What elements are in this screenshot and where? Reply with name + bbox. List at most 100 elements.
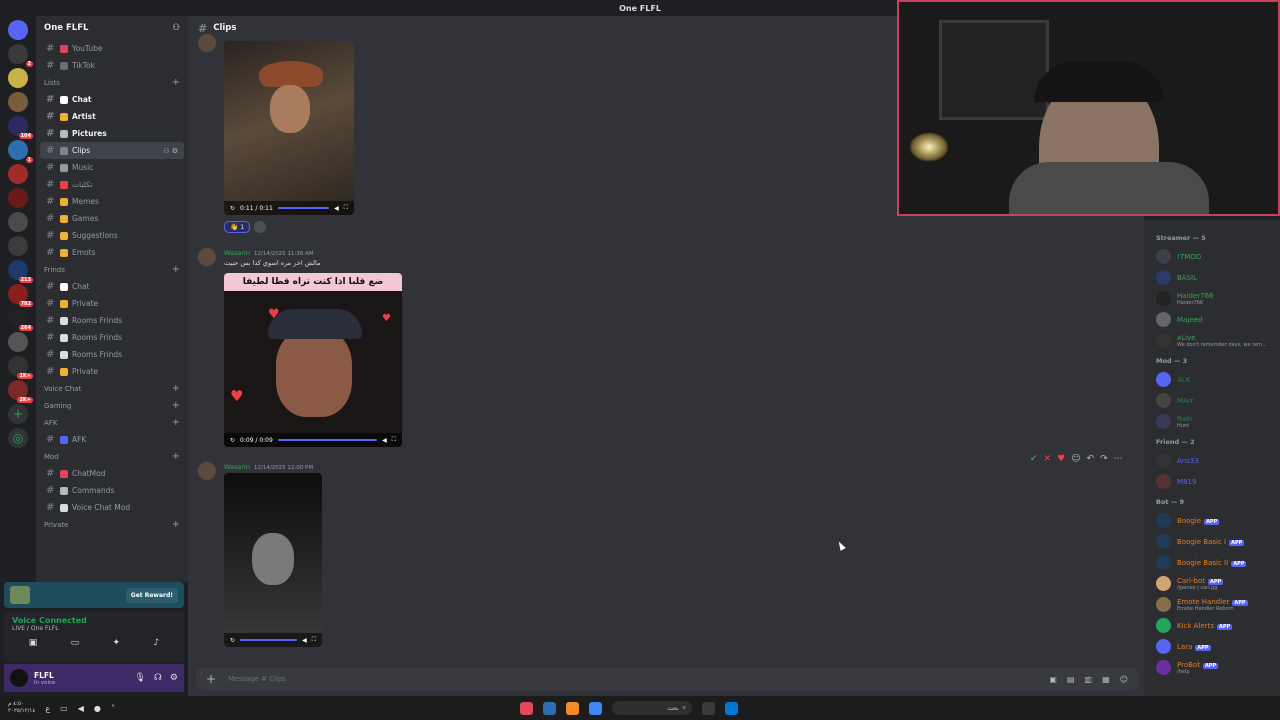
- message-author[interactable]: Wasarin 12/14/2025 11:36 AM: [224, 249, 314, 257]
- member-item[interactable]: MArr: [1150, 390, 1274, 411]
- volume-icon[interactable]: ◀: [334, 205, 339, 212]
- channel-item[interactable]: # Rooms Frinds: [40, 329, 184, 346]
- sticker-icon[interactable]: ▥: [1085, 675, 1093, 684]
- close-icon[interactable]: ✕: [1044, 454, 1052, 464]
- channel-item[interactable]: # Pictures: [40, 125, 184, 142]
- headphones-icon[interactable]: ☊: [154, 673, 162, 683]
- explore-icon[interactable]: ◎: [8, 428, 28, 448]
- server-icon[interactable]: 264: [8, 308, 33, 331]
- channel-item[interactable]: # Private: [40, 363, 184, 380]
- gear-icon[interactable]: ⚙: [170, 673, 178, 683]
- reaction-wave[interactable]: 👋 1: [224, 221, 251, 233]
- member-item[interactable]: xLive We don't remember days, we rem...: [1150, 330, 1274, 351]
- server-icon[interactable]: [8, 68, 28, 88]
- add-channel-icon[interactable]: +: [172, 383, 180, 394]
- server-icon[interactable]: 782: [8, 284, 33, 307]
- channel-item[interactable]: # Rooms Frinds: [40, 346, 184, 363]
- get-reward-button[interactable]: Get Reward!: [125, 587, 178, 603]
- channel-item[interactable]: # Chat: [40, 91, 184, 108]
- screen-share-icon[interactable]: ▭: [71, 638, 80, 648]
- server-icon[interactable]: [8, 188, 28, 208]
- windows-icon[interactable]: [725, 701, 738, 715]
- chrome-icon[interactable]: [589, 701, 602, 715]
- add-channel-icon[interactable]: +: [172, 400, 180, 411]
- channel-item[interactable]: # Artist: [40, 108, 184, 125]
- add-channel-icon[interactable]: +: [172, 519, 180, 530]
- category-header[interactable]: Gaming +: [36, 397, 188, 414]
- channel-item[interactable]: # Private: [40, 295, 184, 312]
- fullscreen-icon[interactable]: ⛶: [344, 204, 348, 212]
- soundboard-icon[interactable]: ♪: [154, 638, 160, 648]
- channel-item[interactable]: # Music: [40, 159, 184, 176]
- channel-item[interactable]: # Rooms Frinds: [40, 312, 184, 329]
- fullscreen-icon[interactable]: ⛶: [312, 636, 316, 644]
- chevron-up-icon[interactable]: ˄: [111, 704, 115, 713]
- channel-item[interactable]: # Suggestions: [40, 227, 184, 244]
- member-item[interactable]: Ans33: [1150, 450, 1274, 471]
- task-view-icon[interactable]: [702, 701, 715, 715]
- add-reaction-icon[interactable]: [254, 221, 267, 233]
- volume-icon[interactable]: ◀: [78, 704, 84, 713]
- video-player[interactable]: ضع قلبا اذا كنت تراه قطا لطيفا ♥ ♥ ♥ ↻ 0…: [224, 273, 402, 447]
- channel-item[interactable]: # تكليات: [40, 176, 184, 193]
- forward-icon[interactable]: ↷: [1100, 454, 1108, 464]
- channel-item[interactable]: # Games: [40, 210, 184, 227]
- taskbar-search[interactable]: بحث ⌕: [612, 701, 692, 715]
- voice-status[interactable]: Voice Connected: [12, 616, 176, 625]
- channel-settings-icon[interactable]: ⚇ ⚙: [163, 147, 178, 155]
- video-player[interactable]: ↻ ◀ ⛶: [224, 473, 322, 647]
- member-item[interactable]: Majeed: [1150, 309, 1274, 330]
- member-item[interactable]: !7MOD: [1150, 246, 1274, 267]
- member-item[interactable]: M819: [1150, 471, 1274, 492]
- volume-icon[interactable]: ◀: [382, 437, 387, 444]
- avatar[interactable]: [198, 248, 216, 266]
- add-member-icon[interactable]: ⚇: [172, 23, 180, 33]
- network-icon[interactable]: ▭: [60, 704, 68, 713]
- video-player[interactable]: ↻ 0:11 / 0:11 ◀ ⛶: [224, 41, 354, 215]
- channel-item[interactable]: # TikTok: [40, 57, 184, 74]
- avatar[interactable]: [198, 462, 216, 480]
- camera-icon[interactable]: ▣: [29, 638, 38, 648]
- member-item[interactable]: ProBot APP/help: [1150, 657, 1274, 678]
- server-icon[interactable]: [8, 164, 28, 184]
- battery-icon[interactable]: ●: [94, 704, 101, 713]
- member-item[interactable]: Haider766 Haider766: [1150, 288, 1274, 309]
- voice-channel[interactable]: LIVE / One FLFL: [12, 625, 176, 632]
- message-composer[interactable]: + Message # Clips ▣ ▤ ▥ ▦ ☺: [196, 668, 1138, 690]
- member-item[interactable]: Kick Alerts APP: [1150, 615, 1274, 636]
- server-icon[interactable]: 2K+: [8, 380, 33, 403]
- server-icon[interactable]: 1K+: [8, 356, 33, 379]
- category-header[interactable]: Mod +: [36, 448, 188, 465]
- replay-icon[interactable]: ↻: [230, 437, 235, 444]
- category-header[interactable]: Frinds +: [36, 261, 188, 278]
- add-channel-icon[interactable]: +: [172, 264, 180, 275]
- server-icon[interactable]: [8, 332, 28, 352]
- category-header[interactable]: Private +: [36, 516, 188, 533]
- microphone-icon[interactable]: 🎙: [134, 673, 145, 683]
- channel-item[interactable]: # Voice Chat Mod: [40, 499, 184, 516]
- gift-icon[interactable]: ▣: [1049, 675, 1057, 684]
- reply-icon[interactable]: ↶: [1087, 454, 1095, 464]
- add-channel-icon[interactable]: +: [172, 451, 180, 462]
- heart-icon[interactable]: ♥: [1057, 454, 1065, 464]
- server-icon[interactable]: 2: [8, 44, 33, 67]
- home-icon[interactable]: [8, 20, 28, 40]
- channel-item[interactable]: # Emots: [40, 244, 184, 261]
- apps-icon[interactable]: ▦: [1102, 675, 1110, 684]
- seek-bar[interactable]: [277, 439, 378, 441]
- fullscreen-icon[interactable]: ⛶: [392, 436, 396, 444]
- server-icon[interactable]: 213: [8, 260, 33, 283]
- member-item[interactable]: Boogie Basic I APP: [1150, 531, 1274, 552]
- check-icon[interactable]: ✔: [1030, 454, 1038, 464]
- server-header[interactable]: One FLFL ⚇: [36, 16, 188, 40]
- volume-icon[interactable]: ◀: [302, 637, 307, 644]
- attach-icon[interactable]: +: [206, 672, 216, 686]
- app-icon[interactable]: [543, 701, 556, 715]
- gif-icon[interactable]: ▤: [1067, 675, 1075, 684]
- add-reaction-icon[interactable]: ☺: [1071, 454, 1080, 464]
- replay-icon[interactable]: ↻: [230, 637, 235, 644]
- channel-item[interactable]: # ChatMod: [40, 465, 184, 482]
- category-header[interactable]: AFK +: [36, 414, 188, 431]
- message-author[interactable]: Wasarin 12/14/2025 12:00 PM: [224, 463, 313, 471]
- member-item[interactable]: Boogie APP: [1150, 510, 1274, 531]
